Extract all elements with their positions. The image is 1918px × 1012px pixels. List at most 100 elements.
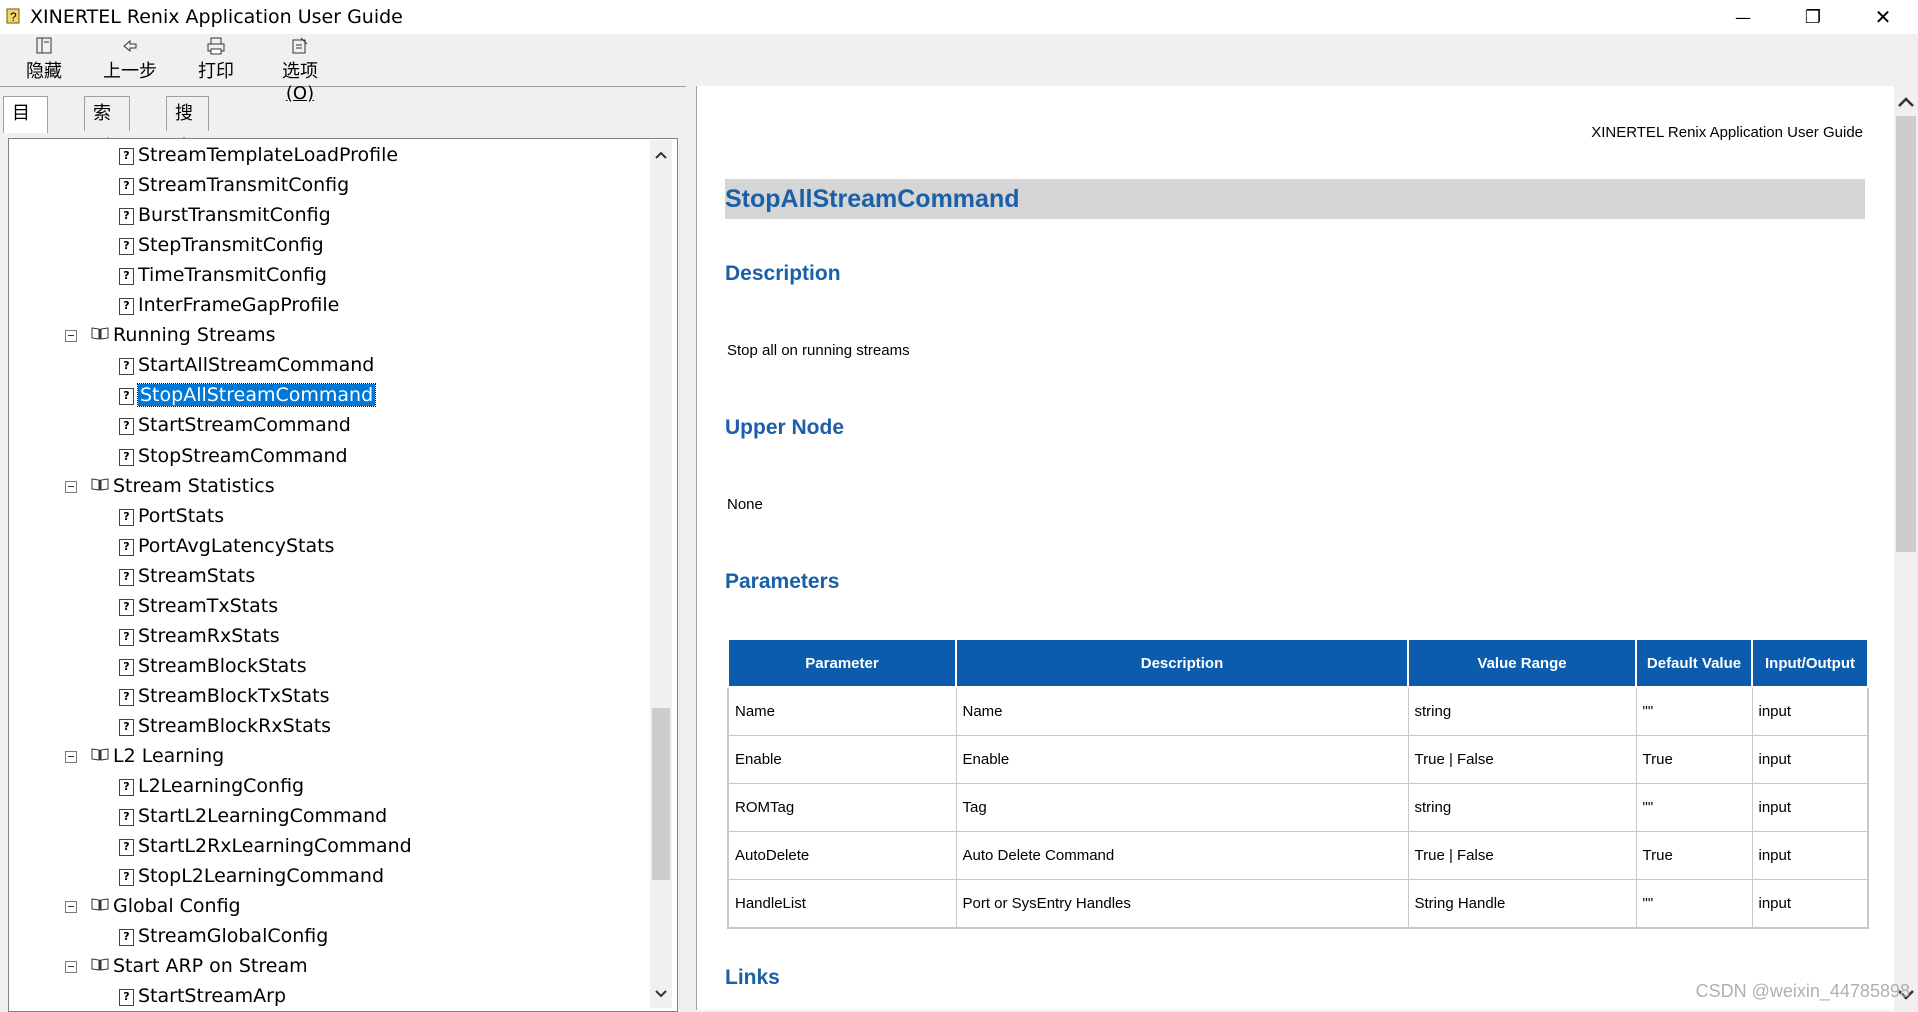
toc-page-item[interactable]: ? StreamTxStats <box>119 592 278 620</box>
help-page-icon: ? <box>119 388 134 405</box>
toc-page-item[interactable]: ? StreamStats <box>119 562 255 590</box>
close-button[interactable]: ✕ <box>1852 0 1914 34</box>
toc-page-item[interactable]: ? InterFrameGapProfile <box>119 291 339 319</box>
watermark: CSDN @weixin_44785898 <box>1695 981 1910 1001</box>
toc-item-label: Global Config <box>113 895 241 917</box>
contents-scrollbar[interactable] <box>650 140 672 1008</box>
toc-item-label: StartL2RxLearningCommand <box>138 835 412 857</box>
print-label: 打印 <box>198 61 234 82</box>
help-page-icon: ? <box>119 418 134 435</box>
table-cell: True <box>1635 735 1753 784</box>
toc-page-item[interactable]: ? StopL2LearningCommand <box>119 862 384 890</box>
toc-book-item[interactable]: Global Config <box>65 892 241 920</box>
toc-book-item[interactable]: L2 Learning <box>65 742 224 770</box>
toc-item-label: InterFrameGapProfile <box>138 294 340 316</box>
help-app-icon: ? <box>6 8 20 24</box>
tab-search[interactable]: 搜索(S) <box>166 96 210 192</box>
restore-button[interactable]: ❐ <box>1782 0 1844 34</box>
help-page-icon: ? <box>119 869 134 886</box>
table-cell: input <box>1751 879 1869 929</box>
toc-book-item[interactable]: Stream Statistics <box>65 472 275 500</box>
toc-page-item[interactable]: ? L2LearningConfig <box>119 772 304 800</box>
printer-icon <box>207 37 225 55</box>
options-button[interactable]: 选项(O) <box>268 36 332 104</box>
help-page-icon: ? <box>119 929 134 946</box>
toc-page-item[interactable]: ? StartStreamCommand <box>119 411 351 439</box>
table-header-row: Parameter Description Value Range Defaul… <box>727 638 1869 688</box>
upper-node-heading: Upper Node <box>725 416 845 439</box>
topic-scrollbar[interactable] <box>1894 86 1918 1010</box>
toc-page-item[interactable]: ? PortAvgLatencyStats <box>119 532 334 560</box>
table-cell: input <box>1751 831 1869 880</box>
contents-scrollbar-thumb[interactable] <box>652 708 670 880</box>
open-book-icon <box>91 478 109 491</box>
toc-page-item[interactable]: ? StreamBlockTxStats <box>119 682 329 710</box>
contents-tree[interactable]: ? StreamTemplateLoadProfile? StreamTransmi… <box>8 138 678 1012</box>
help-page-icon: ? <box>119 839 134 856</box>
tab-index[interactable]: 索引(N) <box>84 96 130 192</box>
table-cell: "" <box>1635 686 1753 736</box>
tab-contents[interactable]: 目录(C) <box>3 96 48 192</box>
toc-book-item[interactable]: Start ARP on Stream <box>65 952 308 980</box>
print-button[interactable]: 打印 <box>196 36 236 83</box>
toc-item-label: L2LearningConfig <box>138 775 305 797</box>
svg-text:?: ? <box>10 10 17 24</box>
pane-splitter[interactable] <box>686 86 696 1010</box>
toc-page-item[interactable]: ? StreamTransmitConfig <box>119 171 349 199</box>
toc-page-item[interactable]: ? StreamBlockStats <box>119 652 307 680</box>
help-page-icon: ? <box>119 178 134 195</box>
toc-page-item[interactable]: ? StartStreamArp <box>119 982 286 1010</box>
topic-scrollbar-thumb[interactable] <box>1896 116 1916 552</box>
help-page-icon: ? <box>119 989 134 1006</box>
toc-page-item[interactable]: ? StreamTemplateLoadProfile <box>119 141 398 169</box>
collapse-toggle-icon[interactable] <box>65 330 77 342</box>
back-button[interactable]: 上一步 <box>100 36 160 83</box>
collapse-toggle-icon[interactable] <box>65 751 77 763</box>
toc-page-item[interactable]: ? StartAllStreamCommand <box>119 351 374 379</box>
toc-page-item[interactable]: ? StepTransmitConfig <box>119 231 324 259</box>
toc-page-item[interactable]: ? StartL2LearningCommand <box>119 802 387 830</box>
toc-item-label: Start ARP on Stream <box>113 955 308 977</box>
hide-label: 隐藏 <box>26 61 62 82</box>
collapse-toggle-icon[interactable] <box>65 901 77 913</box>
toc-item-label: StreamRxStats <box>138 625 280 647</box>
help-page-icon: ? <box>119 208 134 225</box>
column-header: Input/Output <box>1751 638 1869 688</box>
toc-book-item[interactable]: Running Streams <box>65 321 276 349</box>
table-cell: Tag <box>955 783 1409 832</box>
scroll-up-icon[interactable] <box>1894 92 1918 114</box>
toc-page-item[interactable]: ? PortStats <box>119 502 224 530</box>
toc-page-item[interactable]: ? StreamBlockRxStats <box>119 712 331 740</box>
options-key: (O) <box>285 83 315 104</box>
table-cell: True <box>1635 831 1753 880</box>
open-book-icon <box>91 898 109 911</box>
collapse-toggle-icon[interactable] <box>65 961 77 973</box>
toc-item-label: StreamTxStats <box>138 595 279 617</box>
toc-page-item[interactable]: ? StopStreamCommand <box>119 442 348 470</box>
scroll-up-icon[interactable] <box>650 146 672 166</box>
table-row: Enable Enable True | False True input <box>727 735 1869 784</box>
table-cell: input <box>1751 686 1869 736</box>
table-cell: True | False <box>1407 735 1637 784</box>
hide-button[interactable]: 隐藏 <box>24 36 64 83</box>
scroll-down-icon[interactable] <box>650 984 672 1004</box>
parameters-heading: Parameters <box>725 570 840 593</box>
table-cell: Name <box>727 686 957 736</box>
table-cell: "" <box>1635 879 1753 929</box>
toc-page-item[interactable]: ? StreamGlobalConfig <box>119 922 328 950</box>
toc-page-item[interactable]: ? StartL2RxLearningCommand <box>119 832 412 860</box>
toc-page-item[interactable]: ? StopAllStreamCommand <box>119 381 377 409</box>
title-bar: ? XINERTEL Renix Application User Guide … <box>0 0 1918 34</box>
help-page-icon: ? <box>119 809 134 826</box>
minimize-button[interactable]: — <box>1712 0 1774 34</box>
toc-page-item[interactable]: ? StreamRxStats <box>119 622 280 650</box>
toc-page-item[interactable]: ? BurstTransmitConfig <box>119 201 331 229</box>
hide-icon <box>36 37 52 54</box>
minimize-icon: — <box>1735 7 1751 27</box>
toc-item-label: Running Streams <box>113 324 276 346</box>
help-page-icon: ? <box>119 238 134 255</box>
toc-item-label: StopL2LearningCommand <box>138 865 385 887</box>
collapse-toggle-icon[interactable] <box>65 481 77 493</box>
toc-page-item[interactable]: ? TimeTransmitConfig <box>119 261 327 289</box>
toc-item-label: StopStreamCommand <box>138 445 348 467</box>
